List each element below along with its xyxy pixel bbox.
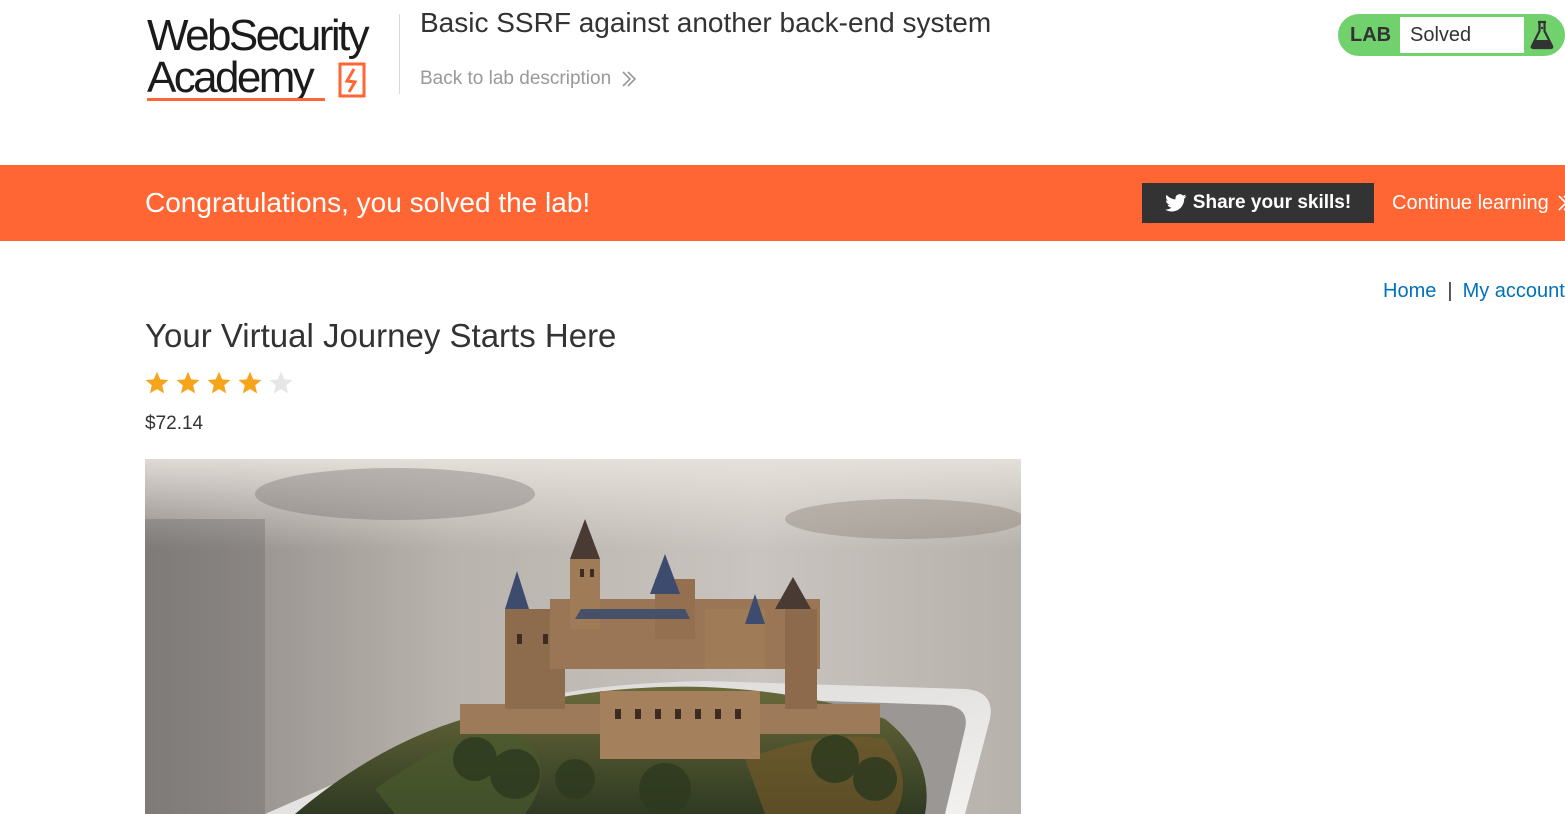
nav-separator: | [1447, 280, 1453, 302]
top-nav: Home | My account [1383, 279, 1565, 303]
product-price: $72.14 [145, 413, 204, 434]
back-link-label: Back to lab description [420, 68, 612, 89]
product-title: Your Virtual Journey Starts Here [145, 317, 617, 354]
logo-text-line1: WebSecurity [147, 11, 370, 60]
star-filled-icon [207, 371, 231, 394]
banner-message: Congratulations, you solved the lab! [145, 187, 591, 218]
web-security-academy-logo[interactable]: WebSecurity Academy [145, 10, 397, 105]
back-to-lab-description-link[interactable]: Back to lab description [420, 68, 637, 90]
product-image [145, 459, 1021, 814]
header-divider [399, 14, 400, 94]
home-link[interactable]: Home [1383, 280, 1436, 302]
product-rating [144, 370, 294, 398]
lab-title: Basic SSRF against another back-end syst… [420, 7, 992, 38]
star-filled-icon [238, 371, 262, 394]
logo-text-line2: Academy [147, 53, 315, 102]
lab-status-state: Solved [1400, 17, 1524, 53]
star-empty-icon [269, 371, 293, 394]
double-chevron-right-icon [1558, 195, 1565, 211]
page-header: WebSecurity Academy Basic SSRF against a… [0, 0, 1565, 165]
lab-status-tag: LAB [1350, 24, 1392, 46]
my-account-link[interactable]: My account [1463, 280, 1565, 302]
lab-status-widget: LAB Solved [1338, 14, 1565, 56]
logo-bolt-icon [338, 62, 366, 98]
star-filled-icon [145, 371, 169, 394]
share-button-label: Share your skills! [1192, 192, 1352, 213]
lab-solved-banner: Congratulations, you solved the lab! Sha… [0, 165, 1565, 241]
flask-icon [1530, 20, 1554, 50]
castle-on-phone-photo [145, 459, 1021, 814]
twitter-icon [1164, 194, 1187, 212]
double-chevron-right-icon [622, 71, 637, 87]
continue-learning-label: Continue learning [1392, 192, 1549, 214]
star-filled-icon [176, 371, 200, 394]
continue-learning-link[interactable]: Continue learning [1392, 189, 1565, 217]
logo-underline [147, 98, 325, 101]
share-skills-button[interactable]: Share your skills! [1142, 183, 1374, 223]
